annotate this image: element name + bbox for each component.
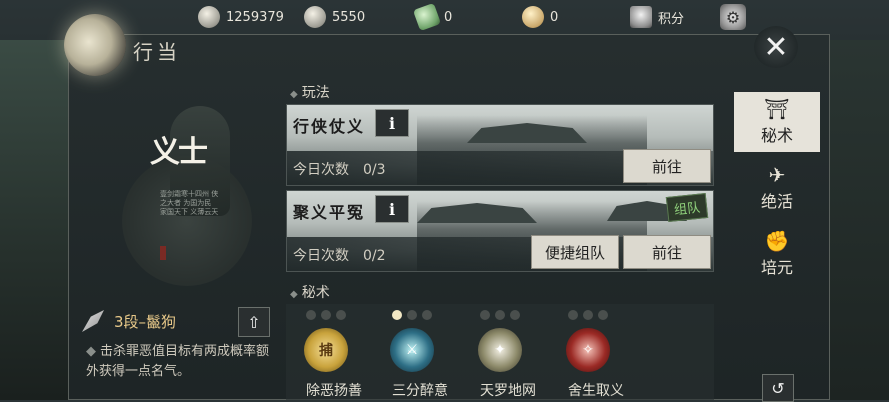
skill-name: 三分醉意 bbox=[392, 383, 448, 399]
swordsman-icon: ⚔ bbox=[390, 328, 434, 372]
daily-count: 今日次数 0/2 bbox=[293, 245, 386, 265]
skill-shesheng[interactable]: ✧ 舍生取义 bbox=[554, 304, 634, 400]
net-fighter-icon: ✦ bbox=[478, 328, 522, 372]
settings-gear-icon[interactable]: ⚙ bbox=[720, 4, 746, 30]
points-label: 积分 bbox=[658, 11, 685, 27]
close-icon: ✕ bbox=[763, 29, 789, 65]
airplane-icon: ✈ bbox=[768, 163, 786, 187]
info-icon: i bbox=[388, 199, 396, 219]
skill-level-dots bbox=[392, 310, 437, 320]
tab-label: 秘术 bbox=[760, 126, 793, 145]
resource-film-value: 1259379 bbox=[226, 9, 284, 25]
skill-level-dots bbox=[306, 310, 351, 320]
gameplay-label-text: 玩法 bbox=[301, 85, 330, 101]
skills-row: 捕 除恶扬善 ⚔ 三分醉意 ✦ 天罗地网 ✧ 舍生取义 bbox=[286, 304, 714, 400]
skill-name: 天罗地网 bbox=[480, 383, 536, 399]
rank-upgrade-button[interactable]: ⇧ bbox=[238, 307, 270, 337]
activity-name: 行侠仗义 bbox=[293, 117, 366, 136]
info-button[interactable]: i bbox=[375, 195, 409, 223]
sidebar: ⛩ 秘术 ✈ 绝活 ✊ 培元 bbox=[734, 92, 820, 400]
scroll-icon: ⛩ bbox=[764, 97, 790, 121]
resource-silver: 5550 bbox=[304, 6, 365, 28]
reset-button[interactable]: ↺ bbox=[762, 374, 794, 402]
activity-card-xingxia: 行侠仗义 i 今日次数 0/3 前往 bbox=[286, 104, 714, 186]
activity-card-juyi: 聚义平冤 i 组队 今日次数 0/2 便捷组队 前往 bbox=[286, 190, 714, 272]
silver-ingot-icon bbox=[304, 6, 326, 28]
info-icon: i bbox=[388, 113, 396, 133]
go-button[interactable]: 前往 bbox=[623, 235, 711, 269]
film-reel-icon bbox=[198, 6, 220, 28]
page-title: 行当 bbox=[133, 40, 181, 64]
arm-icon: ✊ bbox=[764, 229, 790, 253]
skill-name: 除恶扬善 bbox=[306, 383, 362, 399]
resource-bar: 1259379 5550 0 0 积分 ⚙ bbox=[190, 0, 750, 34]
skill-level-dots bbox=[568, 310, 613, 320]
blade-icon: ✧ bbox=[566, 328, 610, 372]
arrow-up-icon: ⇧ bbox=[247, 312, 261, 332]
skill-sanfen[interactable]: ⚔ 三分醉意 bbox=[378, 304, 458, 400]
rank-text: 3段–鬣狗 bbox=[114, 312, 177, 331]
profession-poem: 壹剑霜寒十四州 侠之大者 为国为民 家国天下 义薄云天 bbox=[160, 190, 219, 216]
resource-gold: 0 bbox=[522, 6, 558, 28]
refresh-icon: ↺ bbox=[771, 378, 785, 398]
sword-icon bbox=[82, 310, 104, 332]
skill-tianluo[interactable]: ✦ 天罗地网 bbox=[466, 304, 546, 400]
tab-mishu[interactable]: ⛩ 秘术 bbox=[734, 92, 820, 152]
background-left bbox=[0, 40, 70, 400]
bullet-icon: ◆ bbox=[290, 89, 298, 100]
activity-name: 聚义平冤 bbox=[293, 203, 366, 222]
jade-token-icon bbox=[412, 2, 442, 32]
bullet-icon: ◆ bbox=[290, 289, 298, 300]
tab-juehuo[interactable]: ✈ 绝活 bbox=[734, 158, 820, 218]
tab-label: 培元 bbox=[760, 258, 793, 277]
rank-description-text: 击杀罪恶值目标有两成概率额外获得一点名气。 bbox=[86, 344, 270, 379]
background-right bbox=[829, 40, 889, 400]
bullet-icon: ◆ bbox=[86, 344, 96, 359]
resource-jade: 0 bbox=[412, 2, 453, 32]
skills-label-text: 秘术 bbox=[301, 285, 330, 301]
moon-emblem bbox=[64, 14, 126, 76]
skill-chue[interactable]: 捕 除恶扬善 bbox=[292, 304, 372, 400]
skills-section-label: ◆ 秘术 bbox=[290, 282, 330, 302]
daily-count: 今日次数 0/3 bbox=[293, 159, 386, 179]
tab-label: 绝活 bbox=[760, 192, 793, 211]
resource-gold-value: 0 bbox=[550, 9, 559, 25]
skill-level-dots bbox=[480, 310, 525, 320]
team-badge: 组队 bbox=[665, 192, 709, 223]
profession-title-glyph: 义士 bbox=[150, 135, 208, 170]
gold-ingot-icon bbox=[522, 6, 544, 28]
close-button[interactable]: ✕ bbox=[754, 26, 798, 68]
daily-count-label: 今日次数 bbox=[293, 162, 349, 178]
resource-silver-value: 5550 bbox=[332, 9, 366, 25]
quick-team-button[interactable]: 便捷组队 bbox=[531, 235, 619, 269]
rank-description: ◆ 击杀罪恶值目标有两成概率额外获得一点名气。 bbox=[86, 342, 276, 382]
info-button[interactable]: i bbox=[375, 109, 409, 137]
daily-count-value: 0/3 bbox=[363, 162, 386, 178]
gameplay-section-label: ◆ 玩法 bbox=[290, 82, 330, 102]
go-button[interactable]: 前往 bbox=[623, 149, 711, 183]
skill-name: 舍生取义 bbox=[568, 383, 624, 399]
resource-film: 1259379 bbox=[198, 6, 284, 28]
seal-stamp bbox=[160, 246, 166, 260]
badge-icon: 捕 bbox=[304, 328, 348, 372]
resource-jade-value: 0 bbox=[444, 9, 453, 25]
tab-peiyuan[interactable]: ✊ 培元 bbox=[734, 224, 820, 284]
daily-count-label: 今日次数 bbox=[293, 248, 349, 264]
shield-icon bbox=[630, 6, 652, 28]
points-button[interactable]: 积分 bbox=[630, 6, 684, 28]
daily-count-value: 0/2 bbox=[363, 248, 386, 264]
